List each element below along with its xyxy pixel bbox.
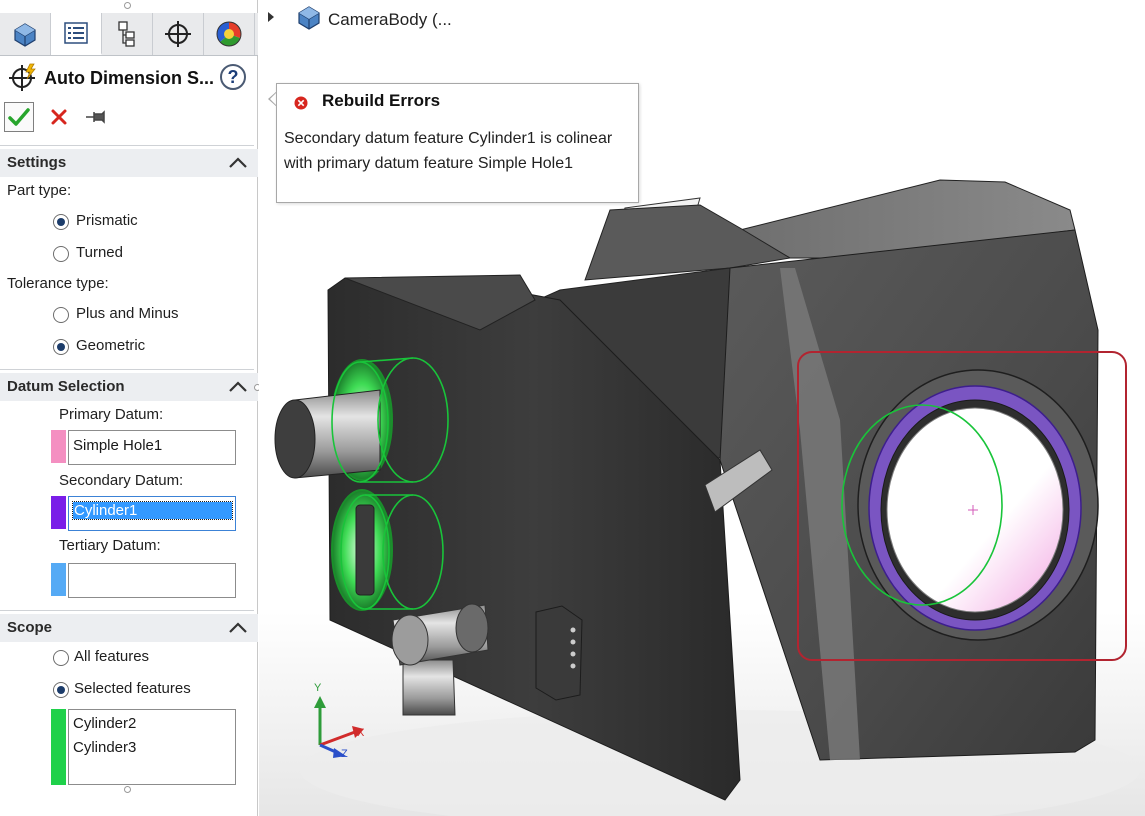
feature-manager-icon bbox=[14, 23, 36, 47]
radio-geometric[interactable] bbox=[52, 338, 70, 356]
selected-features-list[interactable]: Cylinder2 Cylinder3 bbox=[68, 709, 236, 785]
tab-property-manager[interactable] bbox=[51, 13, 102, 55]
list-item[interactable]: Cylinder3 bbox=[73, 739, 235, 763]
part-name: CameraBody bbox=[328, 10, 428, 29]
tab-feature-manager[interactable] bbox=[0, 13, 51, 55]
rebuild-errors-tooltip: Rebuild Errors Secondary datum feature C… bbox=[276, 83, 639, 203]
scope-section-header[interactable]: Scope bbox=[0, 614, 258, 642]
property-manager-header: Auto Dimension S... ? bbox=[6, 62, 252, 96]
feature-tree-root-label: CameraBody (... bbox=[328, 10, 452, 30]
primary-datum-color-swatch bbox=[51, 430, 66, 463]
chevron-up-icon[interactable] bbox=[228, 381, 248, 393]
triad-z-label: Z bbox=[341, 748, 348, 760]
primary-datum-field[interactable]: Simple Hole1 bbox=[68, 430, 236, 465]
radio-prismatic[interactable] bbox=[52, 213, 70, 231]
triad-x-label: X bbox=[357, 727, 365, 739]
action-buttons bbox=[4, 102, 124, 132]
radio-selected-features-label[interactable]: Selected features bbox=[74, 680, 191, 697]
manager-tabs bbox=[0, 13, 258, 56]
cancel-button[interactable] bbox=[44, 102, 74, 132]
radio-plus-and-minus[interactable] bbox=[52, 306, 70, 324]
scope-features-color-swatch bbox=[51, 709, 66, 785]
radio-prismatic-label[interactable]: Prismatic bbox=[76, 212, 138, 229]
configuration-manager-icon bbox=[118, 21, 135, 47]
divider bbox=[0, 145, 254, 146]
tooltip-title: Rebuild Errors bbox=[322, 91, 441, 110]
triad-y-label: Y bbox=[314, 682, 322, 694]
radio-all-features[interactable] bbox=[52, 649, 70, 667]
chevron-up-icon[interactable] bbox=[228, 622, 248, 634]
secondary-datum-label: Secondary Datum: bbox=[59, 472, 184, 489]
dimxpert-manager-icon bbox=[165, 21, 191, 47]
part-name-suffix: (... bbox=[431, 10, 452, 29]
tooltip-message: Secondary datum feature Cylinder1 is col… bbox=[284, 130, 613, 172]
tab-configuration-manager[interactable] bbox=[102, 13, 153, 55]
datum-selection-section-header[interactable]: Datum Selection bbox=[0, 373, 258, 401]
secondary-datum-field[interactable]: Cylinder1 bbox=[68, 496, 236, 531]
expand-arrow-icon[interactable] bbox=[268, 12, 274, 22]
radio-plus-and-minus-label[interactable]: Plus and Minus bbox=[76, 305, 179, 322]
divider bbox=[0, 610, 254, 611]
tertiary-datum-color-swatch bbox=[51, 563, 66, 596]
settings-section-header[interactable]: Settings bbox=[0, 149, 258, 177]
scope-section-title: Scope bbox=[7, 619, 53, 636]
property-manager-panel: Auto Dimension S... ? Settings Part type… bbox=[0, 0, 261, 816]
tertiary-datum-field[interactable] bbox=[68, 563, 236, 598]
list-item[interactable]: Cylinder2 bbox=[73, 715, 235, 739]
chevron-up-icon[interactable] bbox=[228, 157, 248, 169]
pushpin-icon bbox=[86, 110, 105, 124]
checkmark-icon bbox=[8, 108, 30, 126]
close-icon bbox=[51, 109, 67, 125]
secondary-datum-value: Cylinder1 bbox=[72, 501, 233, 520]
panel-resize-grip-bottom[interactable] bbox=[124, 786, 131, 793]
settings-section-title: Settings bbox=[7, 154, 67, 171]
property-manager-icon bbox=[64, 22, 88, 44]
tab-display-manager[interactable] bbox=[204, 13, 255, 55]
radio-all-features-label[interactable]: All features bbox=[74, 648, 149, 665]
error-icon bbox=[294, 96, 308, 110]
part-type-label: Part type: bbox=[7, 182, 72, 199]
secondary-datum-color-swatch bbox=[51, 496, 66, 529]
property-manager-title: Auto Dimension S... bbox=[44, 68, 215, 88]
radio-turned[interactable] bbox=[52, 245, 70, 263]
auto-dimension-scheme-icon bbox=[9, 63, 36, 91]
panel-resize-grip-top[interactable] bbox=[124, 2, 131, 9]
tolerance-type-label: Tolerance type: bbox=[7, 275, 109, 292]
part-body-icon bbox=[298, 6, 320, 30]
tab-dimxpert-manager[interactable] bbox=[153, 13, 204, 55]
datum-selection-section-title: Datum Selection bbox=[7, 378, 125, 395]
primary-datum-value: Simple Hole1 bbox=[73, 437, 163, 454]
pin-button[interactable] bbox=[82, 102, 112, 132]
tertiary-datum-label: Tertiary Datum: bbox=[59, 537, 161, 554]
radio-geometric-label[interactable]: Geometric bbox=[76, 337, 145, 354]
primary-datum-label: Primary Datum: bbox=[59, 406, 164, 423]
radio-selected-features[interactable] bbox=[52, 681, 70, 699]
radio-turned-label[interactable]: Turned bbox=[76, 244, 123, 261]
ok-button[interactable] bbox=[4, 102, 34, 132]
divider bbox=[0, 369, 254, 370]
help-button[interactable]: ? bbox=[220, 64, 246, 90]
display-manager-icon bbox=[216, 21, 242, 47]
